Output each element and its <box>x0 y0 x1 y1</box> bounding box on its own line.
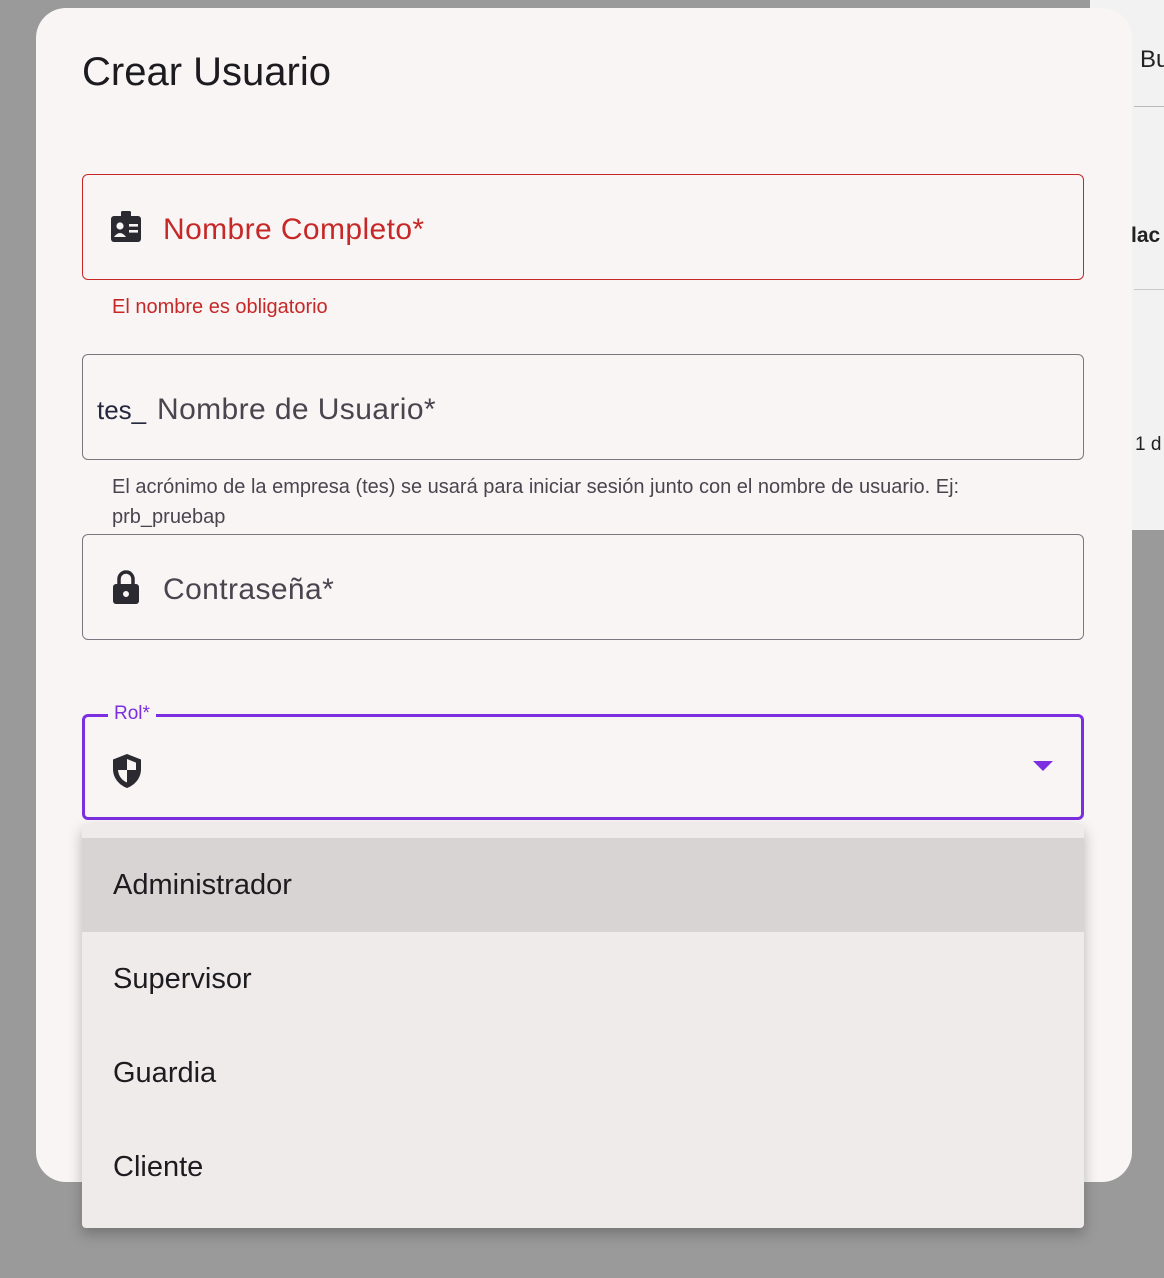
username-helper-text: El acrónimo de la empresa (tes) se usará… <box>112 476 960 528</box>
username-label: Nombre de Usuario* <box>157 393 436 426</box>
full-name-error-text: El nombre es obligatorio <box>112 296 328 318</box>
backdrop-top <box>0 0 1164 8</box>
role-select[interactable] <box>82 714 1084 820</box>
chevron-down-icon[interactable] <box>1033 761 1053 771</box>
role-option-supervisor[interactable]: Supervisor <box>82 932 1084 1026</box>
background-text: Bu <box>1140 46 1164 73</box>
lock-icon <box>109 569 143 605</box>
id-badge-icon <box>109 209 143 245</box>
shield-icon <box>111 753 143 794</box>
password-label: Contraseña* <box>163 573 335 606</box>
role-option-administrador[interactable]: Administrador <box>82 838 1084 932</box>
role-option-cliente[interactable]: Cliente <box>82 1120 1084 1214</box>
username-field[interactable]: tes_ Nombre de Usuario* <box>82 354 1084 460</box>
full-name-label: Nombre Completo* <box>163 213 425 246</box>
dialog-title: Crear Usuario <box>82 50 331 94</box>
password-field[interactable]: Contraseña* <box>82 534 1084 640</box>
background-text: lac <box>1131 224 1161 247</box>
background-divider <box>1134 106 1164 107</box>
background-divider <box>1134 289 1164 290</box>
background-text: 1 d <box>1135 434 1162 455</box>
role-dropdown-menu: Administrador Supervisor Guardia Cliente <box>82 824 1084 1228</box>
role-option-guardia[interactable]: Guardia <box>82 1026 1084 1120</box>
full-name-field[interactable]: Nombre Completo* <box>82 174 1084 280</box>
role-label: Rol* <box>108 702 156 726</box>
username-prefix: tes_ <box>97 395 147 425</box>
